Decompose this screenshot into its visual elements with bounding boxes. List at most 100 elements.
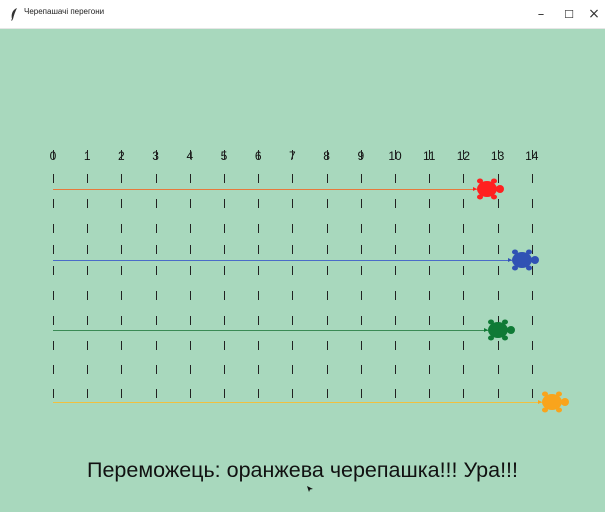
turtle-trail — [53, 260, 512, 261]
grid-dash — [532, 150, 533, 159]
grid-dash — [395, 389, 396, 398]
grid-dash — [53, 316, 54, 325]
grid-dash — [327, 174, 328, 183]
grid-dash — [156, 389, 157, 398]
grid-dash — [156, 266, 157, 275]
mouse-cursor-icon — [307, 486, 313, 492]
grid-dash — [87, 245, 88, 254]
grid-dash — [361, 389, 362, 398]
grid-dash — [121, 365, 122, 374]
result-message: Переможець: оранжева черепашка!!! Ура!!! — [87, 458, 518, 482]
grid-dash — [395, 245, 396, 254]
grid-dash — [532, 365, 533, 374]
grid-dash — [224, 266, 225, 275]
grid-dash — [429, 150, 430, 159]
grid-dash — [258, 224, 259, 233]
title-bar[interactable]: Черепашачі перегони – ☐ × — [0, 0, 605, 29]
grid-dash — [395, 365, 396, 374]
close-icon: × — [588, 6, 600, 22]
grid-dash — [121, 224, 122, 233]
grid-dash — [224, 199, 225, 208]
grid-dash — [463, 174, 464, 183]
grid-dash — [190, 174, 191, 183]
maximize-button[interactable]: ☐ — [555, 0, 583, 28]
grid-dash — [224, 245, 225, 254]
grid-dash — [498, 389, 499, 398]
feather-icon — [11, 8, 17, 21]
close-button[interactable]: × — [583, 0, 605, 28]
grid-dash — [463, 150, 464, 159]
grid-dash — [156, 365, 157, 374]
grid-dash — [463, 316, 464, 325]
grid-dash — [463, 199, 464, 208]
grid-dash — [121, 199, 122, 208]
grid-dash — [156, 224, 157, 233]
grid-dash — [224, 150, 225, 159]
grid-dash — [53, 174, 54, 183]
grid-dash — [395, 266, 396, 275]
grid-dash — [53, 150, 54, 159]
grid-dash — [87, 365, 88, 374]
turtle-trail — [53, 189, 478, 190]
grid-dash — [498, 266, 499, 275]
grid-dash — [190, 389, 191, 398]
grid-dash — [53, 341, 54, 350]
grid-dash — [361, 245, 362, 254]
grid-dash — [87, 341, 88, 350]
grid-dash — [463, 224, 464, 233]
grid-dash — [429, 199, 430, 208]
grid-dash — [156, 174, 157, 183]
grid-dash — [156, 150, 157, 159]
grid-dash — [258, 389, 259, 398]
turtle-icon — [473, 176, 507, 207]
grid-dash — [429, 365, 430, 374]
grid-dash — [224, 341, 225, 350]
race-canvas: 01234567891011121314 — [0, 29, 605, 512]
grid-dash — [53, 365, 54, 374]
grid-dash — [224, 291, 225, 300]
grid-dash — [361, 199, 362, 208]
grid-dash — [258, 266, 259, 275]
grid-dash — [53, 389, 54, 398]
grid-dash — [429, 174, 430, 183]
grid-dash — [395, 224, 396, 233]
grid-dash — [258, 199, 259, 208]
grid-dash — [292, 245, 293, 254]
grid-dash — [258, 150, 259, 159]
grid-dash — [463, 365, 464, 374]
grid-dash — [361, 365, 362, 374]
grid-dash — [190, 365, 191, 374]
window-title: Черепашачі перегони — [24, 7, 105, 16]
grid-dash — [224, 224, 225, 233]
grid-dash — [53, 291, 54, 300]
turtle-icon — [507, 247, 542, 278]
grid-dash — [532, 389, 533, 398]
grid-dash — [121, 341, 122, 350]
minimize-button[interactable]: – — [527, 0, 555, 28]
grid-dash — [429, 316, 430, 325]
grid-dash — [292, 316, 293, 325]
grid-dash — [156, 341, 157, 350]
grid-dash — [292, 291, 293, 300]
grid-dash — [292, 365, 293, 374]
grid-dash — [327, 341, 328, 350]
grid-dash — [87, 389, 88, 398]
grid-dash — [190, 316, 191, 325]
grid-dash — [429, 389, 430, 398]
grid-dash — [258, 245, 259, 254]
grid-dash — [53, 245, 54, 254]
grid-dash — [532, 341, 533, 350]
grid-dash — [327, 316, 328, 325]
grid-dash — [224, 389, 225, 398]
grid-dash — [498, 291, 499, 300]
grid-dash — [327, 266, 328, 275]
grid-dash — [429, 224, 430, 233]
grid-dash — [463, 245, 464, 254]
grid-dash — [190, 341, 191, 350]
grid-dash — [87, 316, 88, 325]
grid-dash — [190, 224, 191, 233]
grid-dash — [498, 245, 499, 254]
grid-dash — [292, 224, 293, 233]
grid-dash — [463, 266, 464, 275]
grid-dash — [258, 291, 259, 300]
